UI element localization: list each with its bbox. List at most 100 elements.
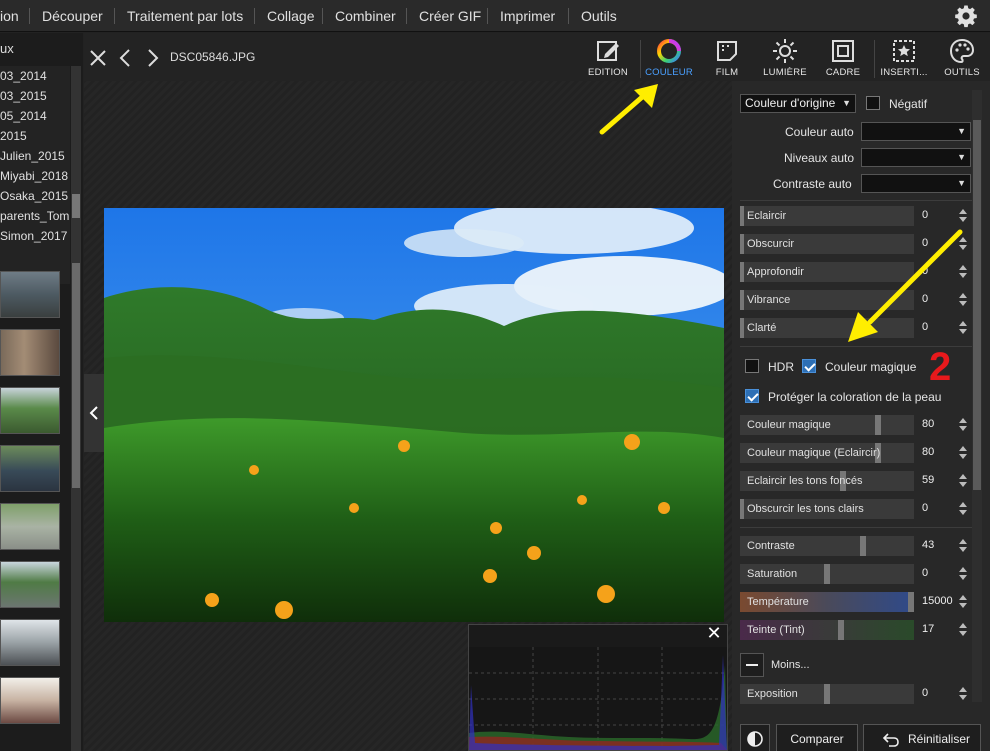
menu-item-edition[interactable]: ion xyxy=(0,0,19,32)
slider-couleur-magique[interactable]: Couleur magique xyxy=(740,415,914,435)
thumbnail[interactable] xyxy=(0,387,60,434)
thumbnail[interactable] xyxy=(0,503,60,550)
split-view-button[interactable] xyxy=(740,724,770,751)
compare-button[interactable]: Comparer xyxy=(776,724,858,751)
slider-handle[interactable] xyxy=(875,415,881,435)
spinner-arrows-icon[interactable] xyxy=(958,471,968,491)
spinner-arrows-icon[interactable] xyxy=(958,443,968,463)
menu-item-batch[interactable]: Traitement par lots xyxy=(127,0,243,32)
thumbnail[interactable] xyxy=(0,561,60,608)
menu-item-imprimer[interactable]: Imprimer xyxy=(500,0,555,32)
chevron-left-icon[interactable] xyxy=(116,48,136,68)
folder-item[interactable]: 03_2015 xyxy=(0,86,70,106)
tab-insertion[interactable]: INSERTI... xyxy=(873,36,935,80)
slider-eclaircir[interactable]: Eclaircir xyxy=(740,206,914,226)
color-origin-select[interactable]: Couleur d'origine ▼ xyxy=(740,94,856,113)
negatif-checkbox[interactable] xyxy=(866,96,880,110)
panel-scrollbar[interactable] xyxy=(972,90,982,702)
less-label[interactable]: Moins... xyxy=(771,659,810,671)
menu-item-outils[interactable]: Outils xyxy=(581,0,617,32)
menu-item-collage[interactable]: Collage xyxy=(267,0,314,32)
auto-color-select[interactable]: ▼ xyxy=(861,122,971,141)
close-icon[interactable] xyxy=(88,48,108,68)
slider-handle[interactable] xyxy=(740,262,744,282)
protect-skin-checkbox[interactable] xyxy=(745,389,759,403)
thumbnail[interactable] xyxy=(0,329,60,376)
slider-value[interactable]: 59 xyxy=(922,474,952,486)
folder-item[interactable]: Simon_2017 xyxy=(0,226,70,246)
folder-item[interactable]: Miyabi_2018 xyxy=(0,166,70,186)
hdr-checkbox[interactable] xyxy=(745,359,759,373)
thumbnail-scrollbar[interactable] xyxy=(71,263,81,751)
spinner-arrows-icon[interactable] xyxy=(958,206,968,226)
slider-exposition[interactable]: Exposition xyxy=(740,684,914,704)
auto-contrast-select[interactable]: ▼ xyxy=(861,174,971,193)
slider-handle[interactable] xyxy=(740,234,744,254)
menu-item-combiner[interactable]: Combiner xyxy=(335,0,396,32)
slider-handle[interactable] xyxy=(740,290,744,310)
tab-film[interactable]: FILM xyxy=(696,36,758,80)
thumbnail[interactable] xyxy=(0,677,60,724)
folder-item[interactable]: 05_2014 xyxy=(0,106,70,126)
close-icon[interactable]: ✕ xyxy=(706,624,722,642)
slider-handle[interactable] xyxy=(824,684,830,704)
tab-couleur[interactable]: COULEUR xyxy=(638,36,700,80)
slider-saturation[interactable]: Saturation xyxy=(740,564,914,584)
slider-handle[interactable] xyxy=(740,318,744,338)
folder-item[interactable]: parents_Tom xyxy=(0,206,70,226)
spinner-arrows-icon[interactable] xyxy=(958,536,968,556)
slider-handle[interactable] xyxy=(824,564,830,584)
slider-value[interactable]: 17 xyxy=(922,623,952,635)
tab-lumiere[interactable]: LUMIÈRE xyxy=(754,36,816,80)
main-photo[interactable] xyxy=(104,208,724,622)
slider-value[interactable]: 80 xyxy=(922,446,952,458)
slider-handle[interactable] xyxy=(838,620,844,640)
slider-value[interactable]: 0 xyxy=(922,502,952,514)
slider-contraste[interactable]: Contraste xyxy=(740,536,914,556)
collapse-panel-button[interactable] xyxy=(84,374,104,452)
slider-obscurcir-tons-clairs[interactable]: Obscurcir les tons clairs xyxy=(740,499,914,519)
tab-edition[interactable]: EDITION xyxy=(577,36,639,80)
slider-handle[interactable] xyxy=(860,536,866,556)
spinner-arrows-icon[interactable] xyxy=(958,620,968,640)
reset-button[interactable]: Réinitialiser xyxy=(863,724,981,751)
folder-scrollbar-thumb[interactable] xyxy=(72,194,80,218)
slider-value[interactable]: 80 xyxy=(922,418,952,430)
chevron-right-icon[interactable] xyxy=(142,48,162,68)
spinner-arrows-icon[interactable] xyxy=(958,564,968,584)
slider-handle[interactable] xyxy=(740,206,744,226)
folder-item[interactable]: 2015 xyxy=(0,126,70,146)
folder-item[interactable]: Osaka_2015 xyxy=(0,186,70,206)
tab-outils[interactable]: OUTILS xyxy=(931,36,990,80)
tab-cadre[interactable]: CADRE xyxy=(812,36,874,80)
slider-temperature[interactable]: Température xyxy=(740,592,914,612)
slider-value[interactable]: 15000 xyxy=(922,595,953,607)
folder-item[interactable]: Julien_2015 xyxy=(0,146,70,166)
menu-item-decouper[interactable]: Découper xyxy=(42,0,103,32)
slider-value[interactable]: 43 xyxy=(922,539,952,551)
slider-value[interactable]: 0 xyxy=(922,209,952,221)
spinner-arrows-icon[interactable] xyxy=(958,592,968,612)
menu-item-gif[interactable]: Créer GIF xyxy=(419,0,481,32)
spinner-arrows-icon[interactable] xyxy=(958,499,968,519)
collapse-minus-button[interactable] xyxy=(740,653,764,677)
thumbnail[interactable] xyxy=(0,619,60,666)
thumbnail-scrollbar-thumb[interactable] xyxy=(72,263,80,488)
gear-icon[interactable] xyxy=(954,4,978,28)
spinner-arrows-icon[interactable] xyxy=(958,415,968,435)
slider-teinte[interactable]: Teinte (Tint) xyxy=(740,620,914,640)
slider-eclaircir-tons-fonces[interactable]: Eclaircir les tons foncés xyxy=(740,471,914,491)
folder-scrollbar[interactable] xyxy=(71,66,81,284)
slider-value[interactable]: 0 xyxy=(922,567,952,579)
auto-levels-select[interactable]: ▼ xyxy=(861,148,971,167)
thumbnail[interactable] xyxy=(0,445,60,492)
thumbnail[interactable] xyxy=(0,271,60,318)
slider-handle[interactable] xyxy=(740,499,744,519)
spinner-arrows-icon[interactable] xyxy=(958,684,968,704)
folder-item[interactable]: 03_2014 xyxy=(0,66,70,86)
slider-handle[interactable] xyxy=(908,592,914,612)
slider-value[interactable]: 0 xyxy=(922,687,952,699)
couleur-magique-checkbox[interactable] xyxy=(802,359,816,373)
panel-scrollbar-thumb[interactable] xyxy=(973,120,981,490)
slider-couleur-magique-eclaircir[interactable]: Couleur magique (Eclaircir) xyxy=(740,443,914,463)
